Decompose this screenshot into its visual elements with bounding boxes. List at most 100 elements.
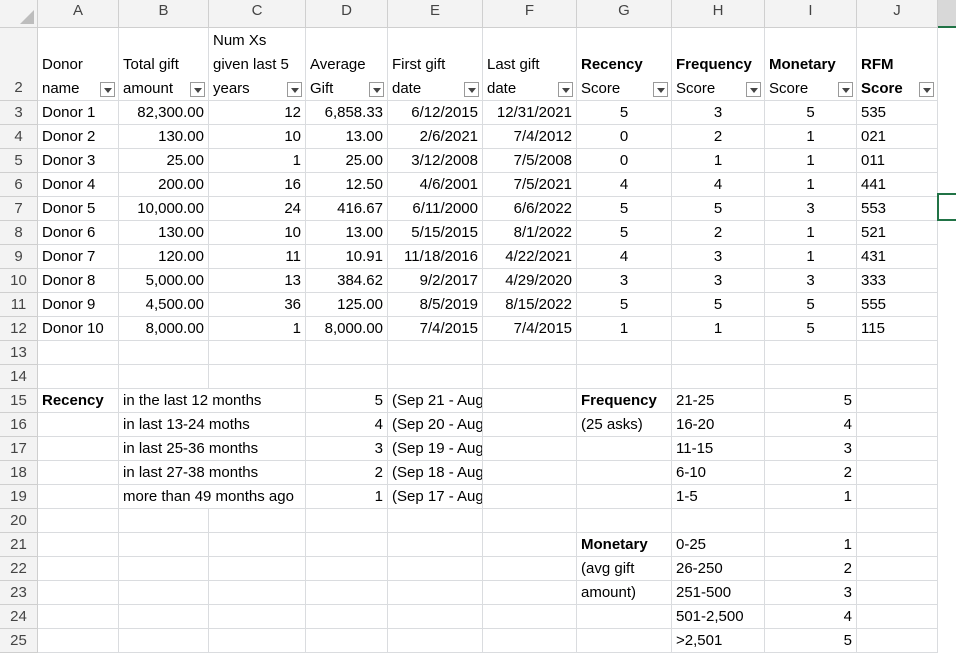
cell-E5[interactable]: 3/12/2008: [388, 149, 483, 173]
row-header-9[interactable]: 9: [0, 245, 38, 269]
cell-J8[interactable]: 521: [857, 221, 938, 245]
cell-A6[interactable]: Donor 4: [38, 173, 119, 197]
cell-B20[interactable]: [119, 509, 209, 533]
cell-A7[interactable]: Donor 5: [38, 197, 119, 221]
cell-G15[interactable]: Frequency: [577, 389, 672, 413]
cell-D24[interactable]: [306, 605, 388, 629]
cell-C12[interactable]: 1: [209, 317, 306, 341]
cell-B3[interactable]: 82,300.00: [119, 101, 209, 125]
row-header-12[interactable]: 12: [0, 317, 38, 341]
row-header-8[interactable]: 8: [0, 221, 38, 245]
cell-J10[interactable]: 333: [857, 269, 938, 293]
cell-A5[interactable]: Donor 3: [38, 149, 119, 173]
cell-B14[interactable]: [119, 365, 209, 389]
cell-H3[interactable]: 3: [672, 101, 765, 125]
cell-J2[interactable]: RFM Score: [857, 28, 938, 101]
cell-D7[interactable]: 416.67: [306, 197, 388, 221]
cell-F12[interactable]: 7/4/2015: [483, 317, 577, 341]
cell-J21[interactable]: [857, 533, 938, 557]
cell-G4[interactable]: 0: [577, 125, 672, 149]
cell-E8[interactable]: 5/15/2015: [388, 221, 483, 245]
cell-D2[interactable]: Average Gift: [306, 28, 388, 101]
cell-E22[interactable]: [388, 557, 483, 581]
cell-H6[interactable]: 4: [672, 173, 765, 197]
cell-D14[interactable]: [306, 365, 388, 389]
column-header-G[interactable]: G: [577, 0, 672, 28]
cell-E9[interactable]: 11/18/2016: [388, 245, 483, 269]
cell-H19[interactable]: 1-5: [672, 485, 765, 509]
cell-F15[interactable]: [483, 389, 577, 413]
cell-I10[interactable]: 3: [765, 269, 857, 293]
cell-E25[interactable]: [388, 629, 483, 653]
cell-A4[interactable]: Donor 2: [38, 125, 119, 149]
cell-B24[interactable]: [119, 605, 209, 629]
column-header-D[interactable]: D: [306, 0, 388, 28]
cell-C2[interactable]: Num Xs given last 5 years: [209, 28, 306, 101]
cell-E4[interactable]: 2/6/2021: [388, 125, 483, 149]
cell-D6[interactable]: 12.50: [306, 173, 388, 197]
cell-J14[interactable]: [857, 365, 938, 389]
cell-E24[interactable]: [388, 605, 483, 629]
cell-H10[interactable]: 3: [672, 269, 765, 293]
filter-dropdown-B-chevron-down-icon[interactable]: [190, 82, 205, 97]
cell-J16[interactable]: [857, 413, 938, 437]
cell-J18[interactable]: [857, 461, 938, 485]
cell-J24[interactable]: [857, 605, 938, 629]
cell-D22[interactable]: [306, 557, 388, 581]
cell-E21[interactable]: [388, 533, 483, 557]
cell-D17[interactable]: 3: [306, 437, 388, 461]
cell-H17[interactable]: 11-15: [672, 437, 765, 461]
cell-I7[interactable]: 3: [765, 197, 857, 221]
cell-D12[interactable]: 8,000.00: [306, 317, 388, 341]
cell-A20[interactable]: [38, 509, 119, 533]
cell-A14[interactable]: [38, 365, 119, 389]
cell-D19[interactable]: 1: [306, 485, 388, 509]
cell-F18[interactable]: [483, 461, 577, 485]
active-cell-K7[interactable]: [937, 193, 956, 221]
cell-D21[interactable]: [306, 533, 388, 557]
column-header-A[interactable]: A: [38, 0, 119, 28]
row-header-17[interactable]: 17: [0, 437, 38, 461]
cell-D8[interactable]: 13.00: [306, 221, 388, 245]
cell-I24[interactable]: 4: [765, 605, 857, 629]
cell-A15[interactable]: Recency: [38, 389, 119, 413]
cell-E12[interactable]: 7/4/2015: [388, 317, 483, 341]
cell-D3[interactable]: 6,858.33: [306, 101, 388, 125]
row-header-2[interactable]: 2: [0, 28, 38, 101]
cell-H9[interactable]: 3: [672, 245, 765, 269]
cell-D4[interactable]: 13.00: [306, 125, 388, 149]
cell-J6[interactable]: 441: [857, 173, 938, 197]
select-all-corner[interactable]: [0, 0, 38, 28]
cell-J11[interactable]: 555: [857, 293, 938, 317]
cell-F22[interactable]: [483, 557, 577, 581]
cell-C13[interactable]: [209, 341, 306, 365]
cell-B9[interactable]: 120.00: [119, 245, 209, 269]
cell-G25[interactable]: [577, 629, 672, 653]
cell-H5[interactable]: 1: [672, 149, 765, 173]
cell-D25[interactable]: [306, 629, 388, 653]
cell-I11[interactable]: 5: [765, 293, 857, 317]
cell-G12[interactable]: 1: [577, 317, 672, 341]
row-header-21[interactable]: 21: [0, 533, 38, 557]
cell-D23[interactable]: [306, 581, 388, 605]
cell-C7[interactable]: 24: [209, 197, 306, 221]
cell-I25[interactable]: 5: [765, 629, 857, 653]
cell-E7[interactable]: 6/11/2000: [388, 197, 483, 221]
cell-E6[interactable]: 4/6/2001: [388, 173, 483, 197]
cell-A23[interactable]: [38, 581, 119, 605]
cell-A25[interactable]: [38, 629, 119, 653]
cell-E14[interactable]: [388, 365, 483, 389]
column-header-I[interactable]: I: [765, 0, 857, 28]
cell-G9[interactable]: 4: [577, 245, 672, 269]
cell-G19[interactable]: [577, 485, 672, 509]
cell-F21[interactable]: [483, 533, 577, 557]
row-header-10[interactable]: 10: [0, 269, 38, 293]
cell-I6[interactable]: 1: [765, 173, 857, 197]
column-header-B[interactable]: B: [119, 0, 209, 28]
cell-F10[interactable]: 4/29/2020: [483, 269, 577, 293]
column-header-H[interactable]: H: [672, 0, 765, 28]
cell-I23[interactable]: 3: [765, 581, 857, 605]
cell-H15[interactable]: 21-25: [672, 389, 765, 413]
cell-J20[interactable]: [857, 509, 938, 533]
cell-A17[interactable]: [38, 437, 119, 461]
